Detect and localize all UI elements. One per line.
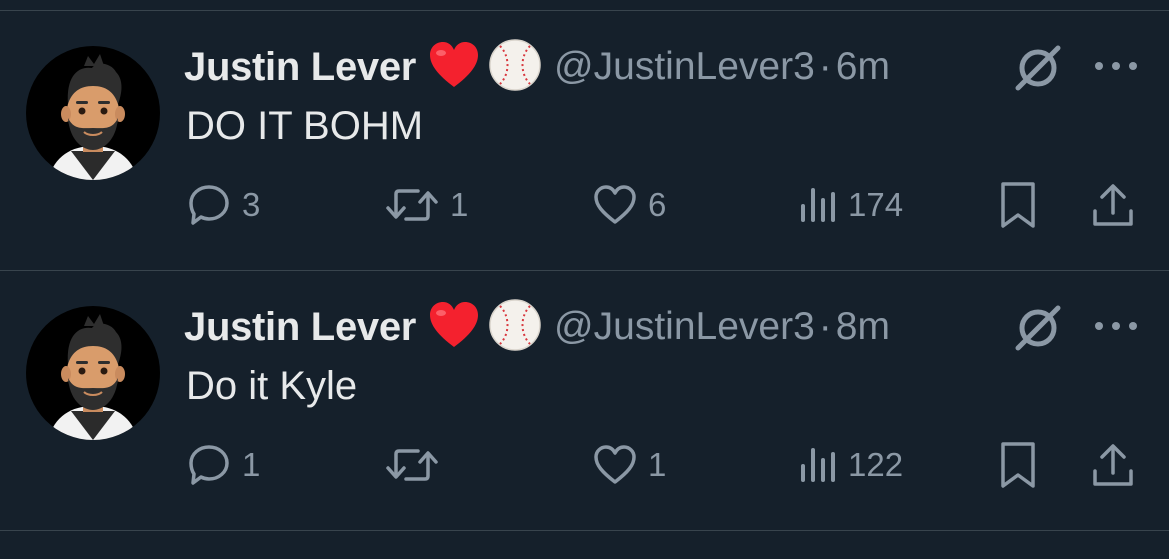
heart-icon — [594, 445, 636, 484]
tweet-header: Justin Lever @JustinLever3 · 8m — [184, 298, 890, 357]
like-button[interactable]: 1 — [592, 442, 666, 488]
author-handle[interactable]: @JustinLever3 — [554, 305, 815, 349]
reply-button[interactable]: 3 — [186, 182, 260, 228]
repost-button[interactable] — [384, 442, 450, 488]
like-button[interactable]: 6 — [592, 182, 666, 228]
grok-icon[interactable] — [1012, 42, 1064, 94]
view-count: 122 — [848, 446, 904, 483]
separator-dot: · — [818, 45, 832, 88]
reply-button[interactable]: 1 — [186, 442, 260, 488]
bottom-divider — [0, 530, 1169, 531]
reply-icon — [189, 185, 229, 225]
bookmark-icon — [1001, 182, 1035, 228]
share-button[interactable] — [1090, 182, 1136, 228]
tweet-text: DO IT BOHM — [186, 104, 424, 148]
timestamp[interactable]: 8m — [836, 305, 890, 349]
baseball-emoji — [488, 298, 542, 357]
author-name[interactable]: Justin Lever — [184, 305, 416, 350]
tweet[interactable]: Justin Lever @JustinLever3 · 8m Do it Ky… — [0, 270, 1169, 530]
repost-icon — [386, 189, 438, 221]
reply-count: 1 — [242, 446, 261, 483]
baseball-emoji — [488, 38, 542, 97]
timestamp[interactable]: 6m — [836, 45, 890, 89]
share-button[interactable] — [1090, 442, 1136, 488]
views-button[interactable]: 122 — [798, 442, 903, 488]
heart-emoji — [428, 41, 480, 94]
avatar[interactable] — [26, 46, 160, 180]
avatar[interactable] — [26, 306, 160, 440]
views-icon — [801, 188, 835, 222]
tweet-header: Justin Lever @JustinLever3 · 6m — [184, 38, 890, 97]
reply-count: 3 — [242, 186, 261, 223]
tweet-text: Do it Kyle — [186, 364, 358, 408]
repost-button[interactable]: 1 — [384, 182, 468, 228]
more-options-icon[interactable] — [1092, 316, 1140, 336]
repost-icon — [386, 449, 438, 481]
reply-icon — [189, 445, 229, 485]
bookmark-button[interactable] — [998, 182, 1038, 228]
view-count: 174 — [848, 186, 904, 223]
bookmark-button[interactable] — [998, 442, 1038, 488]
views-button[interactable]: 174 — [798, 182, 903, 228]
share-icon — [1093, 184, 1133, 226]
like-count: 6 — [648, 186, 667, 223]
grok-icon[interactable] — [1012, 302, 1064, 354]
like-count: 1 — [648, 446, 667, 483]
author-name[interactable]: Justin Lever — [184, 45, 416, 90]
more-options-icon[interactable] — [1092, 56, 1140, 76]
author-handle[interactable]: @JustinLever3 — [554, 45, 815, 89]
share-icon — [1093, 444, 1133, 486]
views-icon — [801, 448, 835, 482]
separator-dot: · — [818, 305, 832, 348]
bookmark-icon — [1001, 442, 1035, 488]
tweet[interactable]: Justin Lever @JustinLever3 · 6m DO IT BO… — [0, 10, 1169, 270]
heart-icon — [594, 185, 636, 224]
heart-emoji — [428, 301, 480, 354]
repost-count: 1 — [450, 186, 469, 223]
